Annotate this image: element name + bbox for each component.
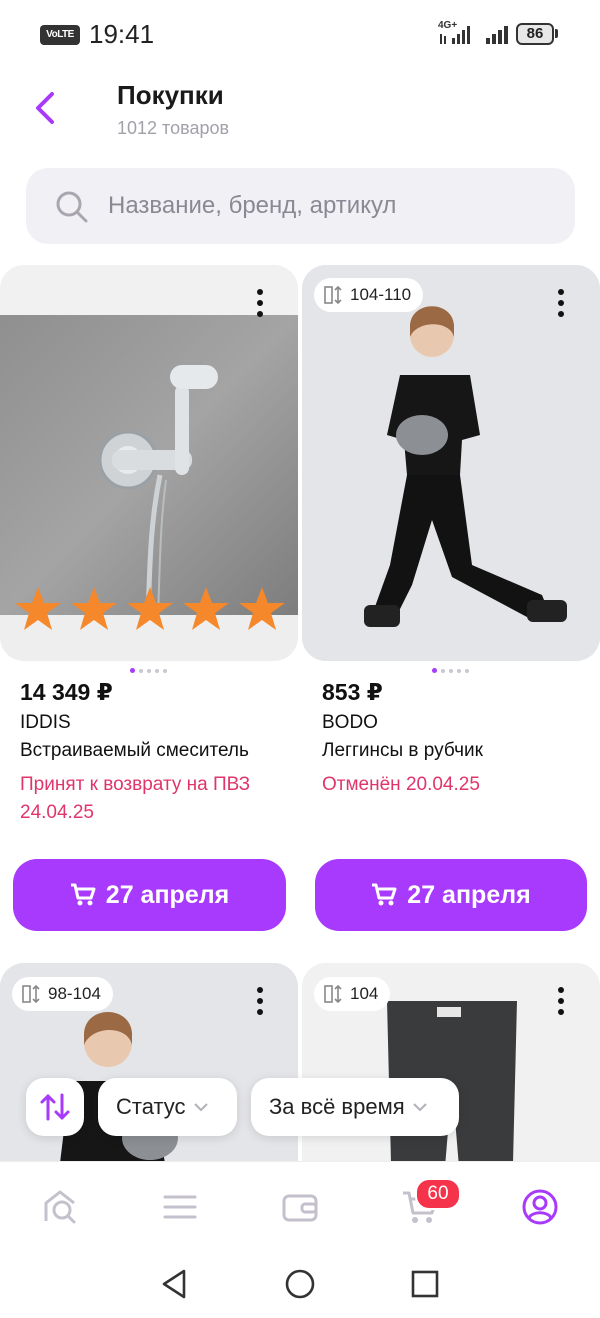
more-options-button[interactable] <box>546 981 576 1021</box>
order-status: Отменён 20.04.25 <box>322 774 480 795</box>
wallet-icon <box>282 1194 318 1222</box>
period-filter-label: За всё время <box>269 1094 405 1119</box>
size-icon <box>324 285 342 305</box>
signal-4g-icon: 4G+ <box>438 20 478 51</box>
sort-button[interactable] <box>26 1078 84 1136</box>
product-image[interactable] <box>302 265 600 661</box>
order-status-line: Принят к возврату на ПВЗ <box>20 774 251 795</box>
chevron-down-icon <box>412 1103 427 1112</box>
signal-icon <box>485 22 513 51</box>
triangle-back-icon <box>162 1269 186 1299</box>
delivery-date: 27 апреля <box>407 880 531 909</box>
product-name: Встраиваемый смеситель <box>20 740 249 761</box>
product-price: 853 ₽ <box>322 679 383 705</box>
model-photo <box>302 265 600 661</box>
status-bar: VoLTE 19:41 4G+ 86 <box>0 0 600 70</box>
more-options-button[interactable] <box>245 283 275 323</box>
delivery-button[interactable]: 27 апреля <box>315 859 587 931</box>
back-button[interactable] <box>26 86 66 130</box>
search-input[interactable] <box>108 186 548 226</box>
page-title: Покупки <box>117 80 224 110</box>
nav-catalog[interactable] <box>150 1177 210 1237</box>
more-options-button[interactable] <box>245 981 275 1021</box>
volte-indicator: VoLTE <box>40 25 80 45</box>
delivery-date: 27 апреля <box>105 880 230 909</box>
chevron-left-icon <box>36 92 54 124</box>
period-filter[interactable]: За всё время <box>251 1078 459 1136</box>
cart-icon <box>70 883 96 906</box>
product-price: 14 349 ₽ <box>20 679 113 705</box>
circle-home-icon <box>285 1269 315 1299</box>
size-icon <box>324 984 342 1004</box>
size-label: 104 <box>350 984 379 1003</box>
cart-icon <box>372 883 397 906</box>
rating-stars <box>14 585 286 638</box>
image-pagination <box>130 668 167 673</box>
nav-home[interactable] <box>30 1177 90 1237</box>
size-icon <box>22 984 40 1004</box>
product-brand: IDDIS <box>20 712 71 733</box>
profile-icon <box>522 1189 558 1225</box>
order-status: Принят к возврату на ПВЗ 24.04.25 <box>20 771 290 827</box>
more-options-button[interactable] <box>546 283 576 323</box>
size-label: 104-110 <box>350 285 412 304</box>
square-recents-icon <box>411 1270 439 1298</box>
home-search-icon <box>44 1190 76 1224</box>
battery-tip <box>555 29 558 38</box>
sort-arrows-icon <box>40 1093 70 1121</box>
delivery-button[interactable]: 27 апреля <box>13 859 286 931</box>
battery-icon: 86 <box>516 23 554 45</box>
search-icon <box>54 189 90 225</box>
size-badge: 98-104 <box>12 977 113 1011</box>
system-home-button[interactable] <box>283 1267 317 1306</box>
cart-count-badge: 60 <box>415 1178 461 1210</box>
status-filter[interactable]: Статус <box>98 1078 237 1136</box>
system-recents-button[interactable] <box>408 1267 442 1306</box>
size-badge: 104-110 <box>314 278 424 312</box>
nav-wallet[interactable] <box>270 1177 330 1237</box>
order-status-date: 24.04.25 <box>20 802 94 823</box>
size-badge: 104 <box>314 977 391 1011</box>
status-time: 19:41 <box>89 19 155 49</box>
size-label: 98-104 <box>48 984 101 1003</box>
items-count: 1012 товаров <box>117 118 230 138</box>
product-brand: BODO <box>322 712 378 733</box>
menu-icon <box>163 1195 197 1219</box>
chevron-down-icon <box>193 1103 208 1112</box>
product-name: Леггинсы в рубчик <box>322 740 483 761</box>
image-pagination <box>432 668 469 673</box>
status-filter-label: Статус <box>116 1094 186 1119</box>
system-back-button[interactable] <box>158 1267 192 1306</box>
star-icons <box>15 587 285 630</box>
nav-profile[interactable] <box>510 1177 570 1237</box>
